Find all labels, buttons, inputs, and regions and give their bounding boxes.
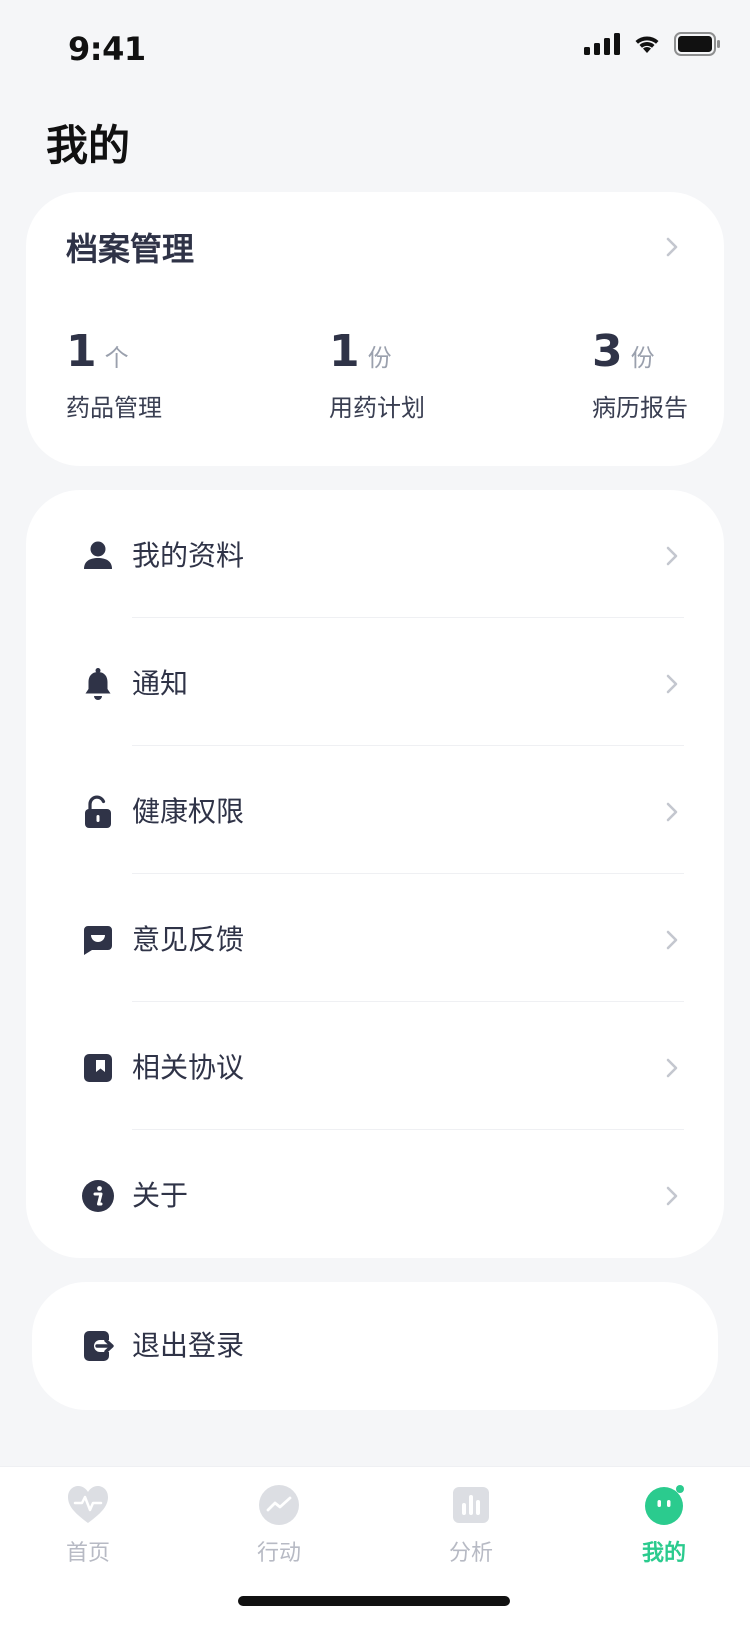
stat-unit: 个 [104, 344, 129, 372]
stat-medical-reports[interactable]: 3 份 病历报告 [592, 330, 688, 423]
chevron-right-icon [666, 1058, 678, 1078]
tab-home[interactable]: 首页 [28, 1483, 148, 1567]
chevron-right-icon [666, 674, 678, 694]
chevron-right-icon [666, 546, 678, 566]
menu-item-notifications[interactable]: 通知 [26, 618, 724, 746]
menu-label: 健康权限 [132, 795, 245, 828]
signal-icon [584, 33, 620, 55]
face-icon [645, 1485, 684, 1525]
bell-icon [85, 668, 111, 700]
menu-item-about[interactable]: 关于 [26, 1130, 724, 1258]
logout-label: 退出登录 [132, 1329, 245, 1362]
logout-icon [84, 1331, 114, 1361]
tab-label: 首页 [65, 1541, 110, 1566]
stat-label: 用药计划 [329, 394, 425, 422]
menu-item-my-profile[interactable]: 我的资料 [26, 490, 724, 618]
stat-label: 病历报告 [592, 394, 688, 422]
menu-label: 通知 [132, 667, 189, 700]
home-indicator[interactable] [238, 1596, 510, 1606]
tab-action[interactable]: 行动 [219, 1483, 339, 1567]
info-icon [82, 1180, 114, 1212]
stat-value: 1 [66, 326, 97, 377]
stat-label: 药品管理 [66, 394, 162, 422]
menu-item-agreements[interactable]: 相关协议 [26, 1002, 724, 1130]
tab-label: 分析 [448, 1541, 493, 1566]
chevron-right-icon [666, 237, 678, 257]
stat-medication-plan[interactable]: 1 份 用药计划 [329, 330, 425, 423]
bookmark-icon [84, 1054, 112, 1082]
chevron-right-icon [666, 930, 678, 950]
wifi-icon [635, 36, 659, 53]
records-stats: 1 个 药品管理 1 份 用药计划 3 份 病历报告 [66, 330, 688, 423]
trend-icon [259, 1485, 299, 1525]
heart-pulse-icon [68, 1486, 108, 1523]
unlock-icon [85, 795, 111, 828]
tab-label: 行动 [256, 1541, 301, 1566]
status-time: 9:41 [68, 30, 146, 68]
records-card: 档案管理 1 个 药品管理 1 份 用药计划 3 份 病历报告 [26, 192, 724, 466]
records-header[interactable]: 档案管理 [66, 224, 684, 270]
battery-icon [674, 32, 720, 56]
stat-value: 1 [329, 326, 360, 377]
menu-label: 相关协议 [132, 1051, 245, 1084]
feedback-icon [84, 926, 112, 955]
page-title: 我的 [46, 121, 131, 170]
records-title: 档案管理 [66, 230, 195, 268]
bar-chart-icon [453, 1487, 489, 1523]
tab-analysis[interactable]: 分析 [411, 1483, 531, 1567]
stat-unit: 份 [630, 344, 655, 372]
menu-label: 我的资料 [132, 539, 245, 572]
menu-label: 意见反馈 [132, 923, 245, 956]
stat-value: 3 [592, 326, 623, 377]
chevron-right-icon [666, 802, 678, 822]
chevron-right-icon [666, 1186, 678, 1206]
logout-button[interactable]: 退出登录 [32, 1282, 718, 1410]
tab-label: 我的 [641, 1541, 686, 1566]
stat-unit: 份 [367, 344, 392, 372]
menu-item-feedback[interactable]: 意见反馈 [26, 874, 724, 1002]
status-bar: 9:41 [0, 0, 750, 96]
tab-mine[interactable]: 我的 [604, 1483, 724, 1567]
stat-medicine[interactable]: 1 个 药品管理 [66, 330, 162, 423]
menu-label: 关于 [132, 1179, 189, 1212]
settings-menu: 我的资料 通知 健康权限 意见反馈 相关协议 关于 [26, 490, 724, 1258]
status-icons [584, 32, 720, 56]
person-icon [84, 541, 112, 569]
menu-item-health-permissions[interactable]: 健康权限 [26, 746, 724, 874]
